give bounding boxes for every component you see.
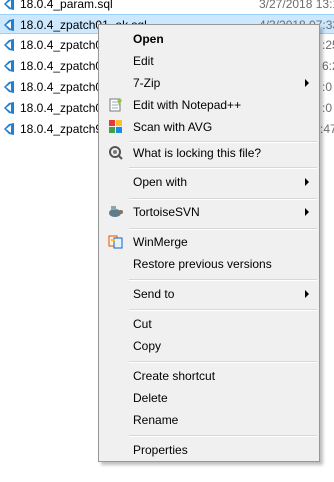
menu-item-7zip[interactable]: 7-Zip (101, 72, 317, 94)
menu-item-open[interactable]: Open (101, 28, 317, 50)
submenu-arrow-icon (305, 178, 309, 186)
file-name: 18.0.4_param.sql (20, 0, 113, 11)
submenu-arrow-icon (305, 290, 309, 298)
file-name: 18.0.4_zpatch02 (20, 38, 109, 52)
menu-separator (129, 435, 317, 437)
file-row[interactable]: 18.0.4_param.sql 3/27/2018 13:1 (0, 0, 334, 14)
menu-item-rename[interactable]: Rename (101, 409, 317, 431)
file-name: 18.0.4_zpatch03 (20, 59, 109, 73)
menu-item-label: Edit (133, 54, 154, 68)
menu-separator (129, 361, 317, 363)
vscode-file-icon (4, 81, 14, 93)
menu-separator (129, 228, 317, 230)
context-menu: Open Edit 7-Zip Edit with Notepad++ Scan… (98, 24, 320, 462)
submenu-arrow-icon (305, 79, 309, 87)
magnifier-gear-icon (109, 146, 123, 160)
menu-item-properties[interactable]: Properties (101, 439, 317, 461)
file-date: 3/27/2018 13:1 (259, 0, 334, 11)
menu-item-label: TortoiseSVN (133, 205, 200, 219)
menu-item-label: What is locking this file? (133, 146, 262, 160)
file-name: 18.0.4_zpatch05 (20, 101, 109, 115)
menu-item-scan-avg[interactable]: Scan with AVG (101, 116, 317, 138)
vscode-file-icon (4, 60, 14, 72)
menu-item-create-shortcut[interactable]: Create shortcut (101, 365, 317, 387)
vscode-file-icon (4, 0, 14, 10)
menu-item-label: WinMerge (133, 235, 188, 249)
menu-item-tortoisesvn[interactable]: TortoiseSVN (101, 201, 317, 223)
menu-item-winmerge[interactable]: WinMerge (101, 231, 317, 253)
menu-separator (129, 167, 317, 169)
menu-item-delete[interactable]: Delete (101, 387, 317, 409)
menu-item-label: 7-Zip (133, 76, 161, 90)
menu-item-restore-previous[interactable]: Restore previous versions (101, 253, 317, 275)
menu-item-label: Edit with Notepad++ (133, 98, 242, 112)
vscode-file-icon (4, 39, 14, 51)
file-date: 6:2 (322, 59, 334, 73)
vscode-file-icon (4, 102, 14, 114)
menu-separator (129, 198, 317, 200)
menu-item-label: Properties (133, 443, 188, 457)
menu-item-send-to[interactable]: Send to (101, 283, 317, 305)
menu-item-edit-notepad[interactable]: Edit with Notepad++ (101, 94, 317, 116)
file-date: :47 (320, 122, 334, 136)
menu-separator (129, 279, 317, 281)
submenu-arrow-icon (305, 208, 309, 216)
tortoise-svn-icon (109, 206, 123, 217)
menu-item-label: Delete (133, 391, 168, 405)
menu-item-cut[interactable]: Cut (101, 313, 317, 335)
menu-item-label: Rename (133, 413, 179, 427)
avg-icon (109, 120, 122, 133)
menu-item-copy[interactable]: Copy (101, 335, 317, 357)
menu-item-edit[interactable]: Edit (101, 50, 317, 72)
vscode-file-icon (4, 19, 14, 31)
menu-item-label: Restore previous versions (133, 257, 272, 271)
file-date: :0 (322, 80, 333, 94)
menu-item-open-with[interactable]: Open with (101, 171, 317, 193)
file-date: :0 (322, 101, 333, 115)
vscode-file-icon (4, 123, 14, 135)
file-date: :25 (322, 38, 334, 52)
notepad-plus-icon (109, 98, 122, 112)
menu-item-label: Scan with AVG (133, 120, 213, 134)
menu-item-label: Copy (133, 339, 162, 353)
menu-item-label: Open with (133, 175, 188, 189)
file-name: 18.0.4_zpatch04 (20, 80, 109, 94)
winmerge-icon (108, 235, 123, 249)
menu-item-label: Send to (133, 287, 175, 301)
menu-item-label: Create shortcut (133, 369, 216, 383)
menu-item-locking[interactable]: What is locking this file? (101, 142, 317, 164)
menu-separator (129, 309, 317, 311)
menu-item-label: Open (133, 32, 164, 46)
menu-item-label: Cut (133, 317, 152, 331)
file-name: 18.0.4_zpatch99 (20, 122, 109, 136)
